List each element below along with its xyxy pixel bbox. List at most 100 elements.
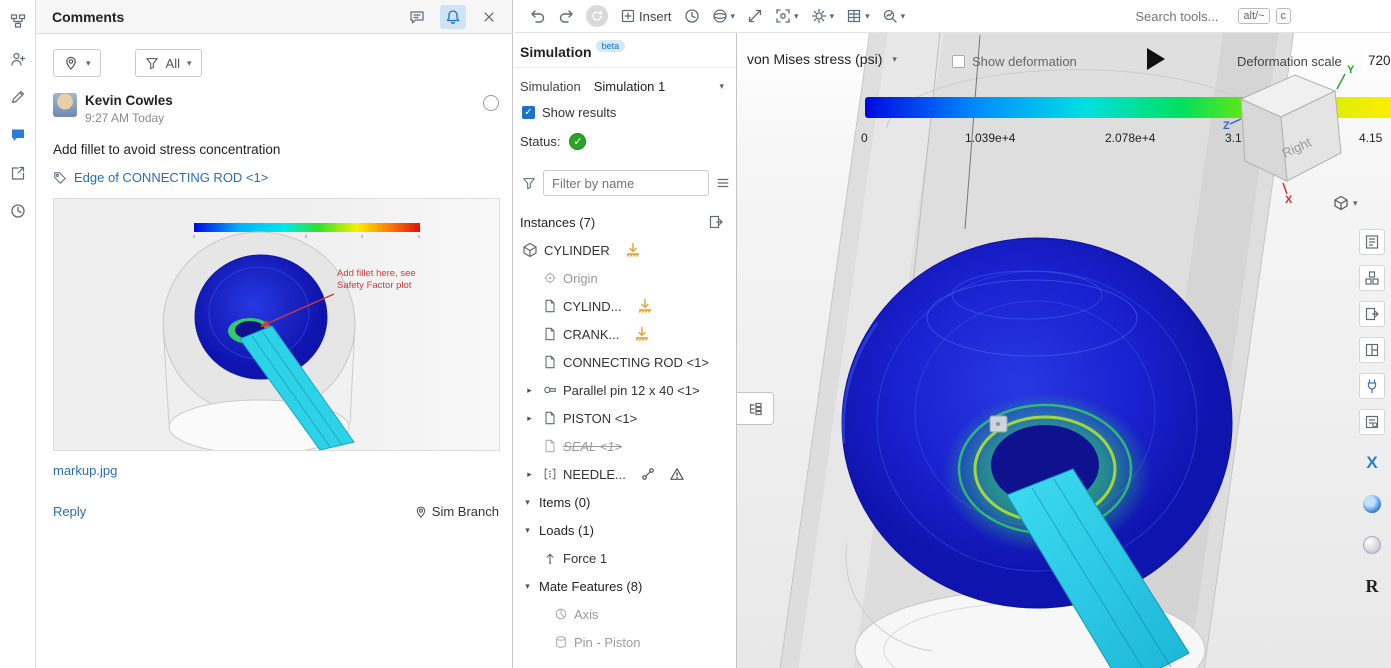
- loads-section-header[interactable]: ▾ Loads (1): [514, 516, 736, 544]
- comments-filters: ▾ All ▾: [36, 34, 512, 87]
- result-type-dropdown[interactable]: von Mises stress (psi) ▾: [747, 51, 897, 67]
- export-icon[interactable]: [7, 162, 29, 184]
- chevron-down-icon: ▾: [731, 12, 736, 21]
- simulation-selector[interactable]: Simulation Simulation 1 ▾: [514, 68, 736, 94]
- branch-pin-icon: [414, 505, 428, 519]
- location-filter-dropdown[interactable]: ▾: [53, 49, 101, 77]
- tree-row-cylinder-part[interactable]: CYLIND...: [514, 292, 736, 320]
- tree-row-pin-piston-mate[interactable]: Pin - Piston: [514, 628, 736, 656]
- comment-reference-link[interactable]: Edge of CONNECTING ROD <1>: [74, 170, 268, 185]
- tree-row-parallel-pin[interactable]: ▸ Parallel pin 12 x 40 <1>: [514, 376, 736, 404]
- simulation-selector-label: Simulation: [520, 79, 581, 94]
- tree-row-assembly-root[interactable]: CYLINDER: [514, 236, 736, 264]
- close-icon[interactable]: [476, 5, 502, 29]
- settings-tool-button[interactable]: ▾: [805, 3, 841, 29]
- chevron-right-icon[interactable]: ▸: [527, 385, 532, 396]
- share-user-icon[interactable]: [7, 48, 29, 70]
- search-tools-input[interactable]: [1133, 8, 1232, 25]
- properties-panel-icon[interactable]: [1359, 229, 1385, 255]
- tree-row-axis-mate[interactable]: Axis: [514, 600, 736, 628]
- top-toolbar: Insert ▾ ▾ ▾ ▾ ▾ alt/~ c: [514, 0, 1391, 33]
- section-view-button[interactable]: ▾: [769, 3, 805, 29]
- comment-timestamp: 9:27 AM Today: [85, 111, 173, 125]
- history-icon[interactable]: [7, 200, 29, 222]
- parts-list-panel-icon[interactable]: [1359, 265, 1385, 291]
- fixed-icon: [625, 242, 641, 258]
- comments-icon[interactable]: [7, 124, 29, 146]
- view-options-button[interactable]: ▾: [1333, 195, 1358, 211]
- mark-read-toggle[interactable]: [483, 95, 499, 111]
- tree-row-connecting-rod[interactable]: CONNECTING ROD <1>: [514, 348, 736, 376]
- all-filter-dropdown[interactable]: All ▾: [135, 49, 202, 77]
- update-button[interactable]: [586, 5, 608, 27]
- chevron-down-icon: ▾: [892, 55, 897, 64]
- deformation-scale-value[interactable]: 720: [1363, 52, 1391, 69]
- list-options-icon[interactable]: [716, 176, 730, 190]
- undo-button[interactable]: [524, 3, 552, 29]
- insert-instance-icon[interactable]: [708, 214, 724, 230]
- show-deformation-control[interactable]: Show deformation: [952, 54, 1077, 69]
- attachment-link[interactable]: markup.jpg: [53, 463, 117, 478]
- analysis-tool-button[interactable]: ▾: [876, 3, 912, 29]
- chevron-down-icon: ▾: [525, 497, 530, 508]
- tree-row-needle[interactable]: ▸ NEEDLE...: [514, 460, 736, 488]
- comments-title: Comments: [52, 9, 124, 25]
- show-results-checkbox[interactable]: ✓: [522, 106, 535, 119]
- tree-row-piston[interactable]: ▸ PISTON <1>: [514, 404, 736, 432]
- tree-row-origin[interactable]: Origin: [514, 264, 736, 292]
- tree-row-seal[interactable]: SEAL <1>: [514, 432, 736, 460]
- layout-panel-icon[interactable]: [1359, 337, 1385, 363]
- origin-icon: [543, 271, 557, 285]
- section-icon: [775, 8, 791, 24]
- notes-panel-icon[interactable]: [1359, 409, 1385, 435]
- measure-tool-button[interactable]: [741, 3, 769, 29]
- chevron-down-icon: ▾: [865, 12, 870, 21]
- tree-row-force[interactable]: Force 1: [514, 544, 736, 572]
- sphere-logo-icon[interactable]: [1359, 532, 1385, 558]
- fixed-icon: [634, 326, 650, 342]
- show-results-label: Show results: [542, 105, 616, 120]
- comment-mode-icon[interactable]: [404, 5, 430, 29]
- analysis-icon: [882, 8, 898, 24]
- branch-indicator[interactable]: Sim Branch: [414, 504, 499, 519]
- comments-header: Comments: [36, 0, 512, 34]
- measure-icon: [747, 8, 763, 24]
- x-logo-icon[interactable]: X: [1359, 450, 1385, 476]
- reply-link[interactable]: Reply: [53, 504, 86, 519]
- tree-panel-toggle[interactable]: [737, 392, 774, 425]
- legend-tick: 4.15: [1359, 131, 1382, 145]
- graphics-viewport: von Mises stress (psi) ▾ Show deformatio…: [737, 33, 1391, 668]
- notifications-bell-icon[interactable]: [440, 5, 466, 29]
- structure-icon[interactable]: [7, 10, 29, 32]
- filter-funnel-icon[interactable]: [522, 176, 536, 190]
- redo-button[interactable]: [552, 3, 580, 29]
- bearing-icon: [543, 467, 557, 481]
- axis-z-label: Z: [1223, 120, 1230, 132]
- comment-attachment-image[interactable]: Add fillet here, see Safety Factor plot: [53, 198, 500, 451]
- part-icon: [543, 355, 557, 369]
- view-cube[interactable]: Right Y Z X: [1223, 61, 1355, 203]
- history-tool-button[interactable]: [678, 3, 706, 29]
- r-logo-icon[interactable]: R: [1359, 573, 1385, 599]
- assembly-icon: [522, 242, 538, 258]
- items-section-header[interactable]: ▾ Items (0): [514, 488, 736, 516]
- instances-section-header[interactable]: Instances (7): [514, 208, 736, 236]
- mate-features-section-header[interactable]: ▾ Mate Features (8): [514, 572, 736, 600]
- kbd-alt-badge: alt/~: [1238, 8, 1269, 24]
- tree-row-crank[interactable]: CRANK...: [514, 320, 736, 348]
- circle-logo-icon[interactable]: [1359, 491, 1385, 517]
- table-tool-button[interactable]: ▾: [840, 3, 876, 29]
- plugin-panel-icon[interactable]: [1359, 373, 1385, 399]
- table-icon: [846, 8, 862, 24]
- appearance-tool-button[interactable]: ▾: [706, 3, 742, 29]
- markup-pen-icon[interactable]: [7, 86, 29, 108]
- chevron-right-icon[interactable]: ▸: [527, 469, 532, 480]
- comment-author: Kevin Cowles: [85, 93, 173, 108]
- markup-annotation-line2: Safety Factor plot: [337, 280, 412, 291]
- chevron-right-icon[interactable]: ▸: [527, 413, 532, 424]
- export-panel-icon[interactable]: [1359, 301, 1385, 327]
- filter-by-name-input[interactable]: [543, 170, 709, 196]
- show-deformation-checkbox[interactable]: [952, 55, 965, 68]
- play-animation-button[interactable]: [1147, 48, 1165, 70]
- insert-button[interactable]: Insert: [614, 3, 678, 29]
